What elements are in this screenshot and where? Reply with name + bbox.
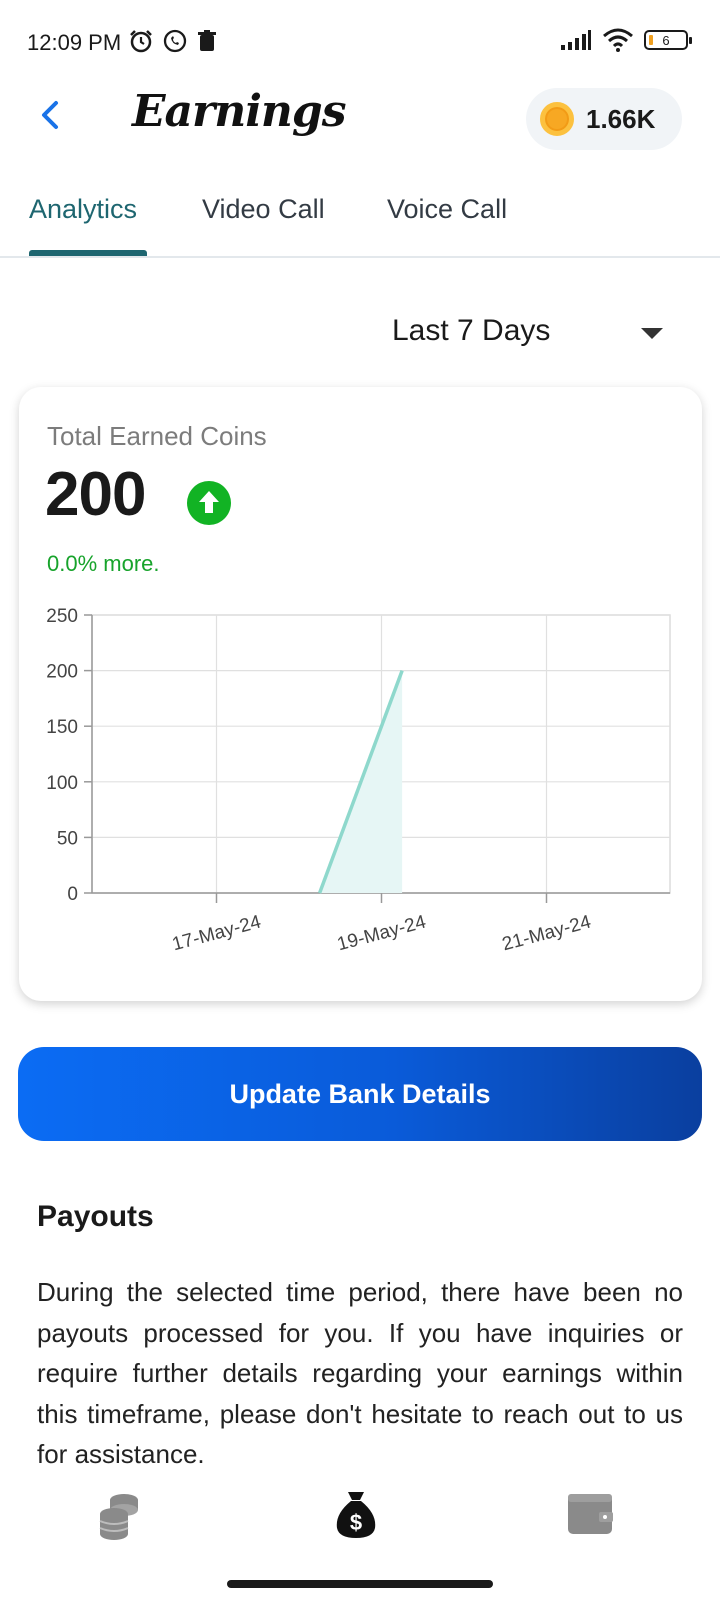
y-tick-label: 100: [46, 773, 78, 794]
home-indicator: [227, 1580, 493, 1588]
battery-level: 6: [662, 32, 670, 48]
whatsapp-icon: [163, 29, 187, 53]
money-bag-icon[interactable]: $: [329, 1488, 383, 1542]
signal-icon: [561, 30, 591, 50]
arrow-up-icon: [187, 481, 231, 525]
alarm-icon: [130, 30, 152, 53]
update-bank-details-button[interactable]: Update Bank Details: [18, 1047, 702, 1141]
total-coins: 200: [45, 460, 146, 529]
coin-balance: 1.66K: [586, 103, 656, 134]
status-system-icons: 6: [560, 28, 692, 52]
payouts-description: During the selected time period, there h…: [37, 1277, 683, 1469]
tab-voice-call[interactable]: Voice Call: [387, 194, 507, 225]
y-tick-label: 0: [67, 884, 78, 905]
x-tick-label: 21-May-24: [500, 911, 594, 955]
app-header: Earnings 1.66K: [0, 84, 720, 154]
coin-stack-icon[interactable]: [94, 1488, 148, 1542]
y-tick-label: 250: [46, 606, 78, 627]
status-time: 12:09 PM: [27, 30, 122, 55]
y-tick-label: 50: [57, 828, 78, 849]
dropdown-arrow-icon: [641, 328, 663, 339]
earnings-card: Total Earned Coins 200 0.0% more. 0 50 100…: [19, 387, 702, 1001]
wallet-icon[interactable]: [565, 1488, 619, 1542]
trash-icon: [198, 30, 216, 51]
wifi-icon: [603, 28, 633, 52]
back-arrow-icon[interactable]: [34, 98, 68, 132]
earnings-chart: 0 50 100 150 200 250 17-May-24 19-May-24 21-May-…: [46, 606, 671, 955]
y-tick-label: 150: [46, 717, 78, 738]
period-selected: Last 7 Days: [392, 314, 551, 347]
status-notification-icons: [128, 28, 218, 54]
card-title: Total Earned Coins: [47, 421, 267, 451]
x-tick-label: 19-May-24: [335, 911, 429, 955]
coin-icon: [540, 102, 574, 136]
y-tick-label: 200: [46, 662, 78, 683]
tab-bar: Analytics Video Call Voice Call: [0, 180, 720, 258]
svg-text:$: $: [350, 1510, 362, 1535]
status-bar: 12:09 PM 6: [0, 0, 720, 88]
period-dropdown[interactable]: Last 7 Days: [392, 310, 672, 358]
tab-analytics[interactable]: Analytics: [29, 194, 137, 225]
page-title: Earnings: [132, 86, 346, 137]
tab-active-indicator: [29, 250, 147, 256]
battery-icon: 6: [644, 30, 692, 50]
payouts-title: Payouts: [37, 1200, 154, 1233]
change-text: 0.0% more.: [47, 551, 160, 576]
bottom-navigation: $: [0, 1480, 720, 1560]
x-tick-label: 17-May-24: [170, 911, 264, 955]
coin-balance-pill[interactable]: 1.66K: [526, 88, 682, 150]
tab-video-call[interactable]: Video Call: [202, 194, 325, 225]
